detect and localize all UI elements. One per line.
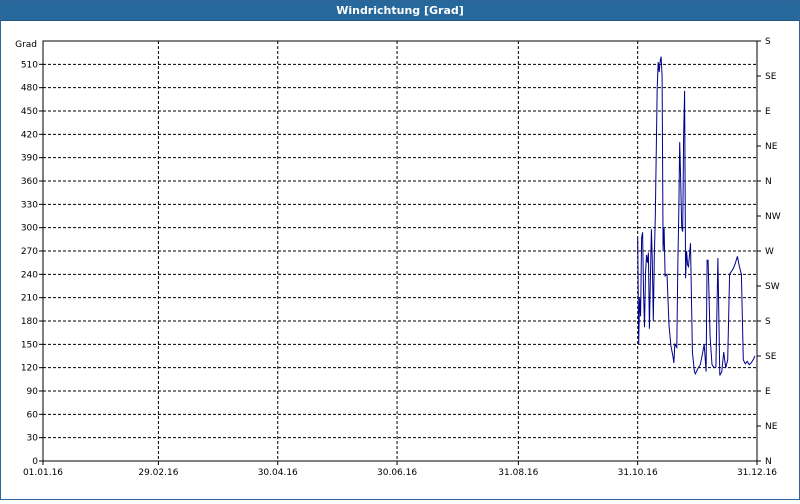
- y-tick-label: 150: [21, 340, 38, 350]
- y-tick-label: 360: [21, 177, 38, 187]
- right-tick-label: N: [765, 457, 772, 467]
- right-tick-label: E: [765, 107, 771, 117]
- right-tick-label: NE: [765, 422, 778, 432]
- y-tick-label: 90: [27, 387, 39, 397]
- right-tick-label: SE: [765, 352, 777, 362]
- x-tick-label: 31.08.16: [498, 468, 538, 478]
- line-chart: 0 30 60 90 120 150 180 210 240 270 300 330 360 390 420…: [15, 37, 781, 478]
- y-tick-label: 180: [21, 317, 38, 327]
- y-tick-label: 300: [21, 224, 38, 234]
- right-tick-label: NE: [765, 142, 778, 152]
- left-axis: 0 30 60 90 120 150 180 210 240 270 300 330 360 390 420…: [21, 60, 43, 467]
- x-tick-label: 31.10.16: [618, 468, 658, 478]
- y-axis-title: Grad: [15, 40, 37, 50]
- x-tick-label: 31.12.16: [737, 468, 777, 478]
- y-tick-label: 30: [27, 434, 39, 444]
- y-tick-label: 510: [21, 60, 38, 70]
- series-line: [637, 56, 756, 376]
- y-tick-label: 480: [21, 84, 38, 94]
- x-tick-label: 30.04.16: [258, 468, 298, 478]
- x-tick-label: 29.02.16: [138, 468, 178, 478]
- y-tick-label: 420: [21, 130, 38, 140]
- grid-layer: [42, 41, 758, 462]
- y-tick-label: 240: [21, 270, 38, 280]
- y-tick-label: 270: [21, 247, 38, 257]
- title-bar: Windrichtung [Grad]: [1, 1, 799, 21]
- window-title: Windrichtung [Grad]: [336, 4, 464, 17]
- y-tick-label: 390: [21, 154, 38, 164]
- right-tick-label: SW: [765, 282, 780, 292]
- x-tick-label: 30.06.16: [377, 468, 417, 478]
- y-tick-label: 120: [21, 364, 38, 374]
- bottom-axis: 01.01.16 29.02.16 30.04.16 30.06.16 31.08.16…: [23, 461, 777, 478]
- right-tick-label: S: [765, 37, 771, 47]
- y-tick-label: 450: [21, 107, 38, 117]
- chart-area: 0 30 60 90 120 150 180 210 240 270 300 330 360 390 420…: [1, 21, 799, 499]
- y-tick-label: 0: [32, 457, 38, 467]
- x-tick-label: 01.01.16: [23, 468, 63, 478]
- y-tick-label: 330: [21, 200, 38, 210]
- y-tick-label: 210: [21, 294, 38, 304]
- right-tick-label: N: [765, 177, 772, 187]
- right-tick-label: E: [765, 387, 771, 397]
- right-tick-label: NW: [765, 212, 781, 222]
- right-tick-label: W: [765, 247, 774, 257]
- right-axis: N NE E SE S SW W NW N NE E SE S: [757, 37, 781, 467]
- right-tick-label: S: [765, 317, 771, 327]
- right-tick-label: SE: [765, 72, 777, 82]
- y-tick-label: 60: [27, 410, 39, 420]
- chart-window: Windrichtung [Grad] 0 30 60 90 120 150 180 210 2…: [0, 0, 800, 500]
